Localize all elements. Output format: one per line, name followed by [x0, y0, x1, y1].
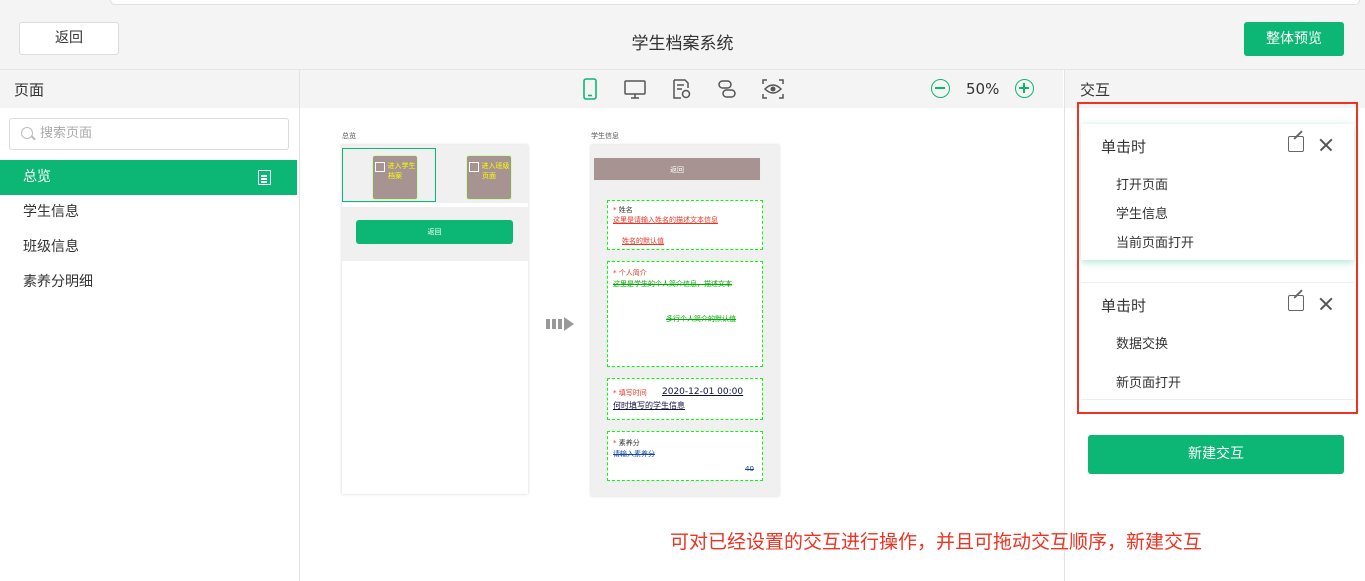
- score-value: 40: [745, 465, 754, 473]
- page-item-class-info[interactable]: 班级信息: [0, 230, 297, 265]
- edit-icon[interactable]: [1288, 136, 1304, 152]
- flow-arrow-icon: [546, 313, 574, 332]
- canvas-toolbar: [300, 70, 1063, 108]
- score-field-box[interactable]: * 素养分 请输入素养分 40: [607, 431, 763, 481]
- interaction-action: 打开页面: [1116, 178, 1169, 193]
- interaction-open-mode: 当前页面打开: [1116, 236, 1195, 251]
- pages-panel-title: 页面: [0, 70, 299, 108]
- interaction-trigger: 单击时: [1101, 138, 1147, 156]
- page1-label: 总览: [342, 132, 356, 140]
- annotation-text: 可对已经设置的交互进行操作，并且可拖动交互顺序，新建交互: [670, 531, 1203, 553]
- image-card-text: 进入班级页面: [481, 162, 510, 180]
- document-icon[interactable]: [258, 170, 271, 185]
- address-bar: [110, 0, 1360, 5]
- page1-preview[interactable]: 进入学生档案 进入班级页面 返回: [342, 145, 528, 494]
- edit-icon[interactable]: [1288, 295, 1304, 311]
- intro-label: 个人简介: [618, 269, 647, 277]
- score-hint: 请输入素养分: [613, 450, 655, 458]
- interactions-panel: 交互 单击时 打开页面 学生信息 当前页面打开 单击时 数据交换 新页面打开 新…: [1064, 70, 1365, 581]
- interaction-target: 学生信息: [1116, 207, 1169, 222]
- name-label: 姓名: [618, 206, 633, 214]
- time-label: 填写时间: [618, 389, 647, 397]
- page-item-label: 学生信息: [23, 204, 79, 220]
- time-value: 2020-12-01 00:00: [662, 387, 744, 397]
- app-title: 学生档案系统: [631, 34, 734, 54]
- selected-component-outline: [342, 148, 436, 202]
- zoom-level: 50%: [966, 80, 1000, 98]
- name-field-box[interactable]: * 姓名 这里是请输入姓名的描述文本信息 姓名的默认值: [607, 200, 763, 250]
- page-settings-icon[interactable]: [670, 78, 692, 100]
- intro-default-value: 多行个人简介的默认值: [666, 315, 736, 323]
- zoom-out-button[interactable]: [931, 79, 950, 98]
- close-icon[interactable]: [1318, 296, 1333, 311]
- search-placeholder: 搜索页面: [40, 126, 93, 141]
- page-search-input[interactable]: 搜索页面: [9, 118, 289, 150]
- search-icon: [21, 127, 33, 139]
- page-item-label: 班级信息: [23, 239, 79, 255]
- page2-return-button[interactable]: 返回: [593, 157, 761, 181]
- time-note: 何时填写的学生信息: [613, 401, 685, 410]
- image-card-class[interactable]: 进入班级页面: [466, 155, 512, 200]
- intro-field-box[interactable]: * 个人简介 这里是学生的个人简介信息，描述文本 多行个人简介的默认值: [607, 261, 763, 367]
- score-label: 素养分: [618, 439, 640, 447]
- zoom-in-button[interactable]: [1015, 79, 1034, 98]
- page-item-label: 素养分明细: [23, 274, 93, 290]
- app-header: 返回 学生档案系统 整体预览: [0, 10, 1365, 70]
- interaction-card-2[interactable]: 单击时 数据交换 新页面打开: [1081, 282, 1354, 400]
- overall-preview-button[interactable]: 整体预览: [1244, 22, 1344, 56]
- interaction-action: 数据交换: [1116, 337, 1169, 352]
- name-default-value: 姓名的默认值: [622, 237, 664, 245]
- pages-panel: 页面 搜索页面 总览 学生信息 班级信息 素养分明细: [0, 70, 300, 581]
- interaction-card-1[interactable]: 单击时 打开页面 学生信息 当前页面打开: [1081, 124, 1354, 260]
- browser-strip: [0, 0, 1365, 10]
- page-item-student-info[interactable]: 学生信息: [0, 195, 297, 230]
- new-interaction-button[interactable]: 新建交互: [1088, 435, 1344, 474]
- page2-preview[interactable]: 返回 * 姓名 这里是请输入姓名的描述文本信息 姓名的默认值 * 个人简介 这里…: [591, 145, 779, 496]
- time-field-box[interactable]: * 填写时间 2020-12-01 00:00 何时填写的学生信息: [607, 378, 763, 420]
- desktop-icon[interactable]: [624, 78, 646, 100]
- interaction-open-mode: 新页面打开: [1116, 376, 1182, 391]
- link-icon[interactable]: [716, 78, 738, 100]
- intro-hint: 这里是学生的个人简介信息，描述文本: [613, 280, 732, 288]
- name-hint: 这里是请输入姓名的描述文本信息: [613, 216, 718, 224]
- page-item-score-detail[interactable]: 素养分明细: [0, 265, 297, 300]
- phone-icon[interactable]: [579, 78, 601, 100]
- preview-eye-icon[interactable]: [762, 78, 784, 100]
- page-item-label: 总览: [23, 169, 51, 185]
- interaction-trigger: 单击时: [1101, 297, 1147, 315]
- page1-return-button[interactable]: 返回: [356, 220, 513, 244]
- close-icon[interactable]: [1318, 137, 1333, 152]
- image-placeholder-icon: [468, 162, 479, 172]
- page-item-overview[interactable]: 总览: [0, 160, 297, 195]
- page2-label: 学生信息: [591, 132, 619, 140]
